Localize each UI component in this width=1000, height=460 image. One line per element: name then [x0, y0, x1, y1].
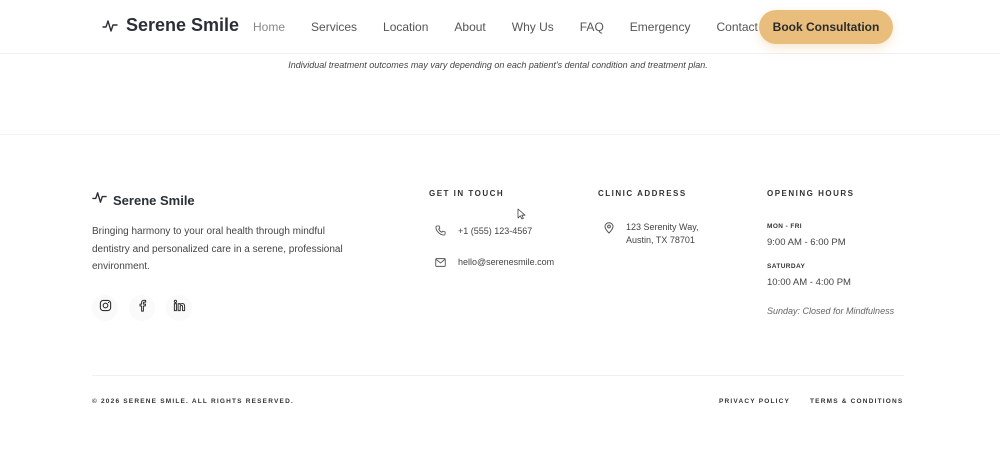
footer-description: Bringing harmony to your oral health thr…	[92, 226, 343, 272]
heartbeat-logo-icon	[92, 190, 107, 210]
linkedin-icon	[173, 299, 186, 317]
nav-link-faq[interactable]: FAQ	[580, 20, 604, 34]
nav-link-services[interactable]: Services	[311, 20, 357, 34]
nav-link-about[interactable]: About	[454, 20, 485, 34]
facebook-link[interactable]	[129, 295, 155, 321]
mail-icon	[434, 257, 446, 267]
nav-link-home[interactable]: Home	[253, 20, 285, 34]
brand-logo-link[interactable]: Serene Smile	[102, 15, 239, 36]
weekday-hours: 9:00 AM - 6:00 PM	[767, 237, 846, 248]
instagram-icon	[99, 299, 112, 317]
nav-link-why-us[interactable]: Why Us	[512, 20, 554, 34]
nav-link-location[interactable]: Location	[383, 20, 428, 34]
sunday-note: Sunday: Closed for Mindfulness	[767, 306, 895, 316]
weekday-label: MON - FRI	[767, 223, 803, 230]
email-address: hello@serenesmile.com	[458, 257, 555, 267]
social-links	[92, 295, 192, 321]
clinic-address: 123 Serenity Way, Austin, TX 78701	[604, 221, 699, 247]
contact-column-title: GET IN TOUCH	[429, 189, 505, 198]
hours-column-title: OPENING HOURS	[767, 189, 855, 198]
brand-name: Serene Smile	[126, 15, 240, 35]
site-header: Serene Smile Home Services Location Abou…	[0, 0, 1000, 54]
linkedin-link[interactable]	[166, 295, 192, 321]
instagram-link[interactable]	[92, 295, 118, 321]
book-consultation-button[interactable]: Book Consultation	[759, 10, 893, 44]
heartbeat-logo-icon	[102, 18, 118, 34]
address-line-2: Austin, TX 78701	[626, 235, 695, 245]
treatment-disclaimer: Individual treatment outcomes may vary d…	[288, 60, 708, 70]
footer-divider	[92, 375, 904, 376]
section-divider	[0, 134, 1000, 135]
phone-icon	[434, 225, 446, 236]
phone-number: +1 (555) 123-4567	[458, 225, 533, 236]
nav-link-contact[interactable]: Contact	[716, 20, 757, 34]
location-pin-icon	[604, 221, 614, 247]
footer-brand[interactable]: Serene Smile	[92, 190, 195, 210]
facebook-icon	[136, 299, 149, 317]
address-line-1: 123 Serenity Way,	[626, 222, 699, 232]
phone-link[interactable]: +1 (555) 123-4567	[434, 225, 532, 236]
terms-conditions-link[interactable]: TERMS & CONDITIONS	[810, 398, 903, 405]
main-nav: Home Services Location About Why Us FAQ …	[253, 20, 784, 34]
footer-brand-name: Serene Smile	[113, 192, 195, 208]
copyright-text: © 2026 SERENE SMILE. ALL RIGHTS RESERVED…	[92, 398, 294, 405]
saturday-hours: 10:00 AM - 4:00 PM	[767, 277, 851, 288]
saturday-label: SATURDAY	[767, 263, 806, 270]
mouse-cursor-icon	[517, 207, 526, 225]
address-column-title: CLINIC ADDRESS	[598, 189, 687, 198]
email-link[interactable]: hello@serenesmile.com	[434, 257, 554, 267]
nav-link-emergency[interactable]: Emergency	[630, 20, 691, 34]
privacy-policy-link[interactable]: PRIVACY POLICY	[719, 398, 790, 405]
